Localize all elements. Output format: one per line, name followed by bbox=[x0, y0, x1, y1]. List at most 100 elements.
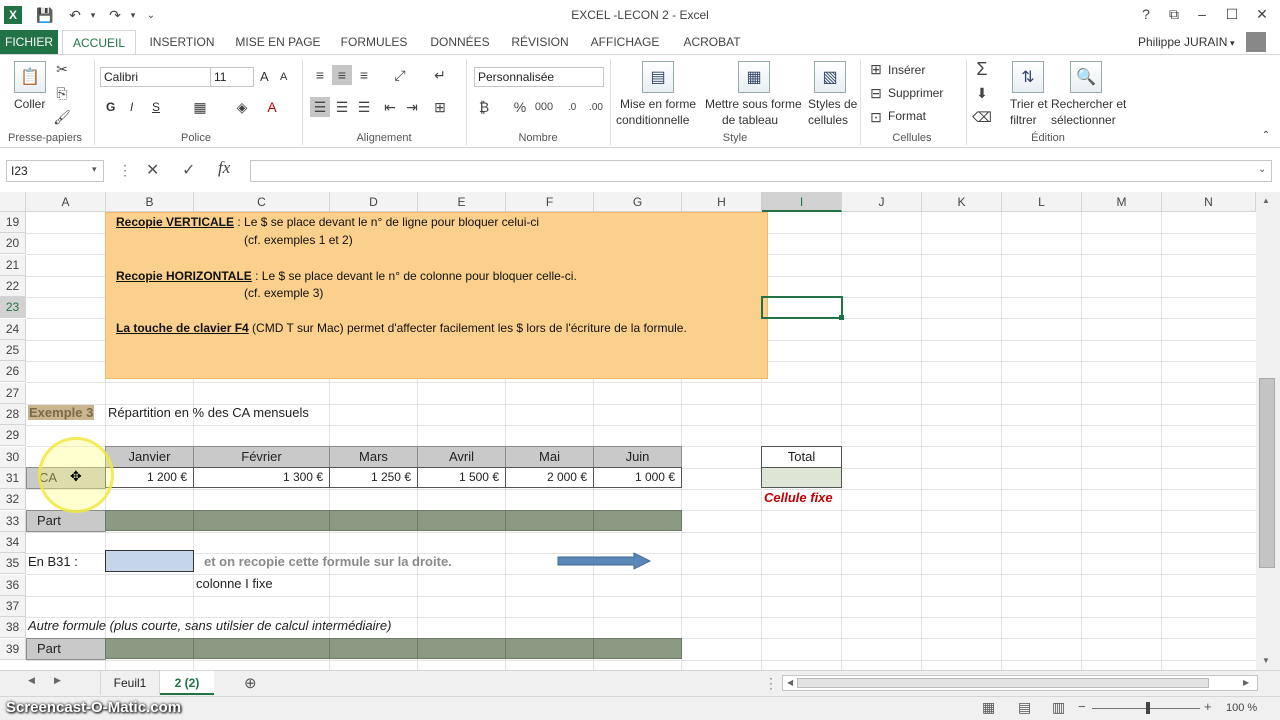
row-header[interactable]: 36 bbox=[0, 575, 26, 596]
merge-center-icon[interactable]: ⊞ bbox=[430, 97, 450, 117]
sort-filter-label-1[interactable]: Trier et bbox=[1010, 97, 1048, 111]
insert-cells-button[interactable]: Insérer bbox=[888, 63, 925, 77]
ca-value[interactable]: 1 200 € bbox=[105, 467, 194, 488]
ca-value[interactable]: 1 250 € bbox=[329, 467, 418, 488]
orientation-icon[interactable]: ⤢ bbox=[390, 65, 410, 85]
ca-value[interactable]: 2 000 € bbox=[505, 467, 594, 488]
column-header[interactable]: D bbox=[330, 192, 418, 212]
part-label[interactable]: Part bbox=[26, 510, 106, 532]
font-color-icon[interactable]: A bbox=[262, 97, 282, 117]
add-sheet-icon[interactable]: ⊕ bbox=[244, 674, 257, 692]
month-header[interactable]: Février bbox=[193, 446, 330, 468]
row-header-selected[interactable]: 23 bbox=[0, 297, 26, 318]
column-header[interactable]: K bbox=[922, 192, 1002, 212]
recopy-instruction[interactable]: et on recopie cette formule sur la droit… bbox=[204, 554, 452, 569]
increase-indent-icon[interactable]: ⇥ bbox=[402, 97, 422, 117]
row-header[interactable]: 31 bbox=[0, 468, 26, 489]
en-b31-label[interactable]: En B31 : bbox=[28, 554, 78, 569]
tab-revision[interactable]: RÉVISION bbox=[506, 30, 574, 54]
sheet-tab-feuil1[interactable]: Feuil1 bbox=[100, 671, 160, 695]
scroll-left-icon[interactable]: ◀ bbox=[787, 678, 793, 687]
align-bottom-icon[interactable]: ≡ bbox=[354, 65, 374, 85]
part-cell[interactable] bbox=[193, 510, 330, 531]
fill-handle[interactable] bbox=[839, 315, 844, 320]
tab-donnees[interactable]: DONNÉES bbox=[424, 30, 496, 54]
increase-decimal-icon[interactable]: .0 bbox=[562, 97, 582, 117]
formula-example-cell[interactable] bbox=[105, 550, 194, 572]
fill-color-icon[interactable]: ◈ bbox=[232, 97, 252, 117]
row-header[interactable]: 30 bbox=[0, 447, 26, 468]
zoom-out-icon[interactable]: − bbox=[1078, 699, 1086, 714]
month-header[interactable]: Mars bbox=[329, 446, 418, 468]
row-header[interactable]: 28 bbox=[0, 404, 26, 425]
collapse-ribbon-icon[interactable]: ⌃ bbox=[1256, 125, 1276, 145]
part-cell[interactable] bbox=[417, 638, 506, 659]
cut-icon[interactable]: ✂ bbox=[52, 59, 72, 79]
month-header[interactable]: Avril bbox=[417, 446, 506, 468]
tab-accueil[interactable]: ACCUEIL bbox=[62, 30, 136, 55]
copy-icon[interactable]: ⎘ bbox=[52, 83, 72, 103]
row-header[interactable]: 33 bbox=[0, 511, 26, 532]
column-header[interactable]: B bbox=[106, 192, 194, 212]
scroll-right-icon[interactable]: ▶ bbox=[1243, 678, 1249, 687]
scroll-up-icon[interactable]: ▲ bbox=[1262, 196, 1270, 205]
select-all-corner[interactable] bbox=[0, 192, 26, 212]
prev-sheet-icon[interactable]: ◀ bbox=[28, 675, 35, 686]
close-button[interactable]: ✕ bbox=[1250, 4, 1274, 24]
tab-mise-en-page[interactable]: MISE EN PAGE bbox=[232, 30, 324, 54]
font-name-select[interactable]: Calibri bbox=[100, 67, 212, 87]
sheet-tab-active[interactable]: 2 (2) bbox=[160, 671, 214, 695]
column-header[interactable]: H bbox=[682, 192, 762, 212]
enter-icon[interactable]: ✓ bbox=[182, 160, 195, 180]
column-header[interactable]: C bbox=[194, 192, 330, 212]
thousands-icon[interactable]: 000 bbox=[534, 97, 554, 117]
ca-value[interactable]: 1 000 € bbox=[593, 467, 682, 488]
avatar[interactable] bbox=[1246, 32, 1266, 52]
align-center-icon[interactable]: ☰ bbox=[332, 97, 352, 117]
total-cell[interactable] bbox=[761, 467, 842, 488]
month-header[interactable]: Mai bbox=[505, 446, 594, 468]
delete-cells-icon[interactable]: ⊟ bbox=[866, 83, 886, 103]
insert-cells-icon[interactable]: ⊞ bbox=[866, 59, 886, 79]
note-textbox[interactable]: Recopie VERTICALE : Le $ se place devant… bbox=[105, 212, 768, 379]
minimize-button[interactable]: – bbox=[1190, 4, 1214, 24]
spreadsheet-grid[interactable]: A B C D E F G H I J K L M N 19 20 21 22 … bbox=[0, 192, 1256, 670]
zoom-in-icon[interactable]: + bbox=[1204, 699, 1212, 714]
format-cells-icon[interactable]: ⊡ bbox=[866, 107, 886, 127]
borders-icon[interactable]: ▦ bbox=[190, 97, 210, 117]
month-header[interactable]: Janvier bbox=[105, 446, 194, 468]
h-scroll-thumb[interactable] bbox=[797, 678, 1209, 688]
row-header[interactable]: 35 bbox=[0, 553, 26, 574]
part-cell[interactable] bbox=[593, 510, 682, 531]
format-cells-button[interactable]: Format bbox=[888, 109, 926, 123]
conditional-format-label-1[interactable]: Mise en forme bbox=[620, 97, 696, 111]
example-description[interactable]: Répartition en % des CA mensuels bbox=[108, 405, 309, 420]
part-cell[interactable] bbox=[417, 510, 506, 531]
autosum-icon[interactable]: Σ bbox=[972, 59, 992, 79]
other-formula-label[interactable]: Autre formule (plus courte, sans utilsie… bbox=[28, 618, 391, 633]
cancel-icon[interactable]: ✕ bbox=[146, 160, 159, 180]
part-cell[interactable] bbox=[329, 510, 418, 531]
user-name[interactable]: Philippe JURAIN bbox=[1138, 35, 1227, 49]
row-header[interactable]: 19 bbox=[0, 212, 26, 233]
cell-styles-label-1[interactable]: Styles de bbox=[808, 97, 857, 111]
tab-acrobat[interactable]: ACROBAT bbox=[676, 30, 748, 54]
tab-affichage[interactable]: AFFICHAGE bbox=[584, 30, 666, 54]
normal-view-icon[interactable]: ▦ bbox=[982, 699, 995, 716]
selected-cell-i23[interactable] bbox=[761, 296, 843, 319]
align-left-icon[interactable]: ☰ bbox=[310, 97, 330, 117]
tab-split-icon[interactable]: ⋮ bbox=[764, 675, 778, 692]
part-label-2[interactable]: Part bbox=[26, 638, 106, 660]
zoom-level[interactable]: 100 % bbox=[1226, 702, 1257, 714]
column-header[interactable]: E bbox=[418, 192, 506, 212]
number-format-select[interactable]: Personnalisée bbox=[474, 67, 604, 87]
fill-icon[interactable]: ⬇ bbox=[972, 83, 992, 103]
italic-button[interactable]: I bbox=[130, 100, 133, 114]
sort-filter-icon[interactable]: ⇅ bbox=[1012, 61, 1044, 93]
paste-icon[interactable]: 📋 bbox=[14, 61, 46, 93]
align-right-icon[interactable]: ☰ bbox=[354, 97, 374, 117]
tab-formules[interactable]: FORMULES bbox=[336, 30, 412, 54]
format-as-table-icon[interactable]: ▦ bbox=[738, 61, 770, 93]
wrap-text-icon[interactable]: ↵ bbox=[430, 65, 450, 85]
font-size-select[interactable]: 11 bbox=[210, 67, 254, 87]
